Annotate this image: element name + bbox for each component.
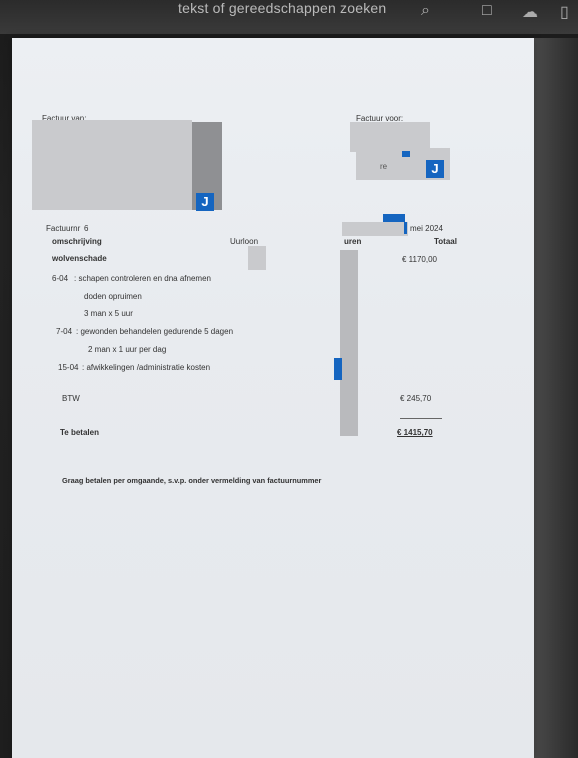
invoice-paper: Factuur van: J Factuur voor: re J Factuu… — [12, 38, 534, 758]
header-total: Totaal — [434, 237, 457, 246]
search-icon[interactable]: ⌕ — [421, 2, 430, 20]
badge-icon: J — [196, 193, 214, 211]
redacted-date — [342, 222, 408, 236]
header-rate: Uurloon — [230, 237, 259, 246]
blue-mark — [334, 358, 342, 380]
blue-mark — [404, 222, 407, 234]
line-text: : afwikkelingen /administratie kosten — [82, 363, 211, 372]
line-text: : schapen controleren en dna afnemen — [74, 274, 211, 283]
inbox-icon[interactable]: □ — [482, 2, 492, 20]
vat-amount: € 245,70 — [400, 394, 432, 403]
redacted-sender — [32, 120, 192, 210]
line-text: 3 man x 5 uur — [84, 309, 133, 318]
line-date: 7-04 — [56, 327, 73, 336]
header-hours: uren — [344, 237, 362, 246]
vat-label: BTW — [62, 394, 80, 403]
invoice-number: 6 — [84, 224, 89, 233]
redacted-hours-column — [340, 250, 358, 436]
badge-icon: J — [426, 160, 444, 178]
payment-note: Graag betalen per omgaande, s.v.p. onder… — [62, 476, 322, 485]
more-icon[interactable]: ▯ — [560, 2, 569, 22]
search-field-text[interactable]: tekst of gereedschappen zoeken — [178, 0, 386, 16]
line-date: 15-04 — [58, 363, 79, 372]
line-text: : gewonden behandelen gedurende 5 dagen — [76, 327, 234, 336]
cloud-upload-icon[interactable]: ☁ — [522, 2, 538, 22]
invoice-number-label: Factuurnr — [46, 224, 81, 233]
blue-mark — [402, 151, 410, 157]
screen-toolbar: tekst of gereedschappen zoeken ⌕ □ ☁ ▯ — [0, 0, 578, 34]
total-label: Te betalen — [60, 428, 99, 437]
sum-divider — [400, 418, 442, 419]
line-text: doden opruimen — [84, 292, 142, 301]
recipient-partial-text: re — [380, 162, 388, 171]
invoice-date: mei 2024 — [410, 224, 443, 233]
redacted-rate — [248, 246, 266, 270]
line-date: 6-04 — [52, 274, 69, 283]
project-total: € 1170,00 — [402, 255, 437, 264]
project-name: wolvenschade — [52, 254, 107, 263]
header-description: omschrijving — [52, 237, 102, 246]
desk-edge — [534, 38, 578, 758]
line-text: 2 man x 1 uur per dag — [88, 345, 167, 354]
total-amount: € 1415,70 — [397, 428, 433, 437]
